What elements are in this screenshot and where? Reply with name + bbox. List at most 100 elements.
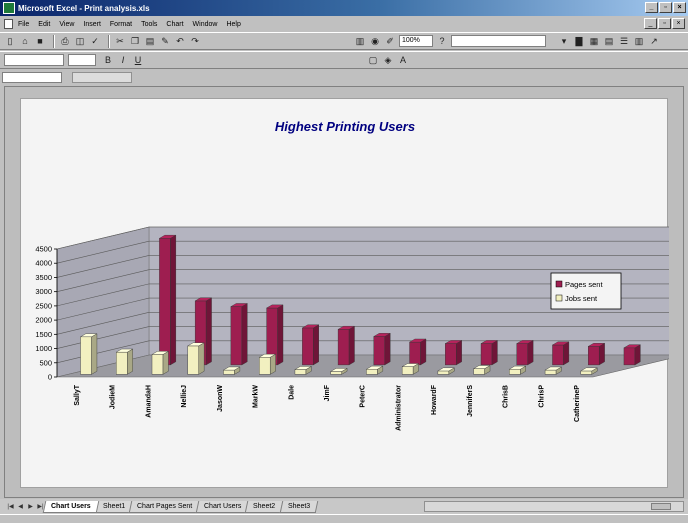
bar-front	[159, 238, 171, 366]
bar-front	[437, 370, 450, 375]
bar-front	[552, 344, 564, 366]
bar-front	[294, 369, 307, 375]
undo-icon[interactable]: ↶	[174, 35, 186, 47]
italic-icon[interactable]: I	[117, 54, 129, 66]
chart-type-icon[interactable]: ▇	[573, 35, 585, 47]
restore-button[interactable]: ▫	[659, 2, 672, 13]
next-sheet-icon[interactable]: ▶	[26, 502, 35, 512]
x-tick-label: MarkW	[253, 385, 260, 408]
bar-side	[241, 303, 248, 366]
bar-front	[366, 369, 378, 375]
bar-side	[491, 340, 498, 366]
underline-icon[interactable]: U	[132, 54, 144, 66]
chart-floor	[56, 354, 686, 378]
spelling-icon[interactable]: ✓	[89, 35, 101, 47]
bar-jobs-sent-MarkW	[258, 353, 277, 375]
doc-restore-button[interactable]: ▫	[658, 18, 671, 29]
print-icon[interactable]: ⎙	[59, 35, 71, 47]
new-file-icon[interactable]: ▯	[4, 35, 16, 47]
open-folder-icon[interactable]: ⌂	[19, 35, 31, 47]
map-icon[interactable]: ◉	[369, 35, 381, 47]
first-sheet-icon[interactable]: |◀	[6, 502, 15, 512]
by-column-icon[interactable]: ▥	[633, 35, 645, 47]
bar-pages-sent-JodieM	[158, 234, 177, 366]
bar-front	[302, 327, 314, 366]
bar-front	[80, 336, 92, 375]
menu-edit[interactable]: Edit	[38, 21, 50, 28]
angle-text-icon[interactable]: ↗	[648, 35, 660, 47]
legend-icon[interactable]: ▦	[588, 35, 600, 47]
prev-sheet-icon[interactable]: ◀	[16, 502, 25, 512]
menu-chart[interactable]: Chart	[166, 21, 183, 28]
bar-front	[473, 368, 485, 375]
cut-icon[interactable]: ✂	[114, 35, 126, 47]
doc-close-button[interactable]: ×	[672, 18, 685, 29]
tab-label: Chart Users	[51, 502, 91, 510]
legend-label-pages: Pages sent	[565, 280, 603, 289]
x-tick-label: ChrisB	[503, 385, 510, 408]
print-preview-icon[interactable]: ◫	[74, 35, 86, 47]
save-icon[interactable]: ■	[34, 35, 46, 47]
borders-icon[interactable]: ▢	[367, 54, 379, 66]
menu-tools[interactable]: Tools	[141, 21, 157, 28]
x-tick-label: HowardF	[431, 384, 438, 415]
format-painter-icon[interactable]: ✎	[159, 35, 171, 47]
font-size-combo[interactable]	[68, 54, 96, 66]
data-table-icon[interactable]: ▤	[603, 35, 615, 47]
copy-icon[interactable]: ❐	[129, 35, 141, 47]
tab-chart-users[interactable]: Chart Users	[42, 500, 99, 513]
y-tick-label: 1000	[35, 344, 52, 353]
font-color-icon[interactable]: A	[397, 54, 409, 66]
bar-side	[170, 234, 177, 366]
font-combo[interactable]	[451, 35, 546, 47]
bar-side	[563, 341, 570, 366]
scrollbar-thumb[interactable]	[651, 503, 671, 510]
menu-insert[interactable]: Insert	[83, 21, 101, 28]
bar-front	[116, 351, 128, 375]
close-button[interactable]: ×	[673, 2, 686, 13]
y-tick-label: 3500	[35, 273, 52, 282]
redo-icon[interactable]: ↷	[189, 35, 201, 47]
excel-app-icon[interactable]	[3, 2, 15, 14]
formula-bar[interactable]	[72, 72, 132, 83]
doc-minimize-button[interactable]: _	[644, 18, 657, 29]
x-axis: SallyT JodieM AmandaH NellieJ JasonW MarkW Dal…	[74, 384, 581, 431]
tab-sheet2[interactable]: Sheet2	[245, 500, 284, 513]
chart-area[interactable]: Highest Printing Users 0 500 1000 1500 2000 2…	[20, 98, 686, 488]
bold-icon[interactable]: B	[102, 54, 114, 66]
zoom-select[interactable]: 100%	[399, 35, 433, 47]
minimize-button[interactable]: _	[645, 2, 658, 13]
by-row-icon[interactable]: ☰	[618, 35, 630, 47]
bar-side	[127, 348, 133, 375]
menu-window[interactable]: Window	[193, 21, 218, 28]
y-axis: 0 500 1000 1500 2000 2500 3000 3500 4000 4500	[35, 245, 58, 382]
tab-chart-pages-sent[interactable]: Chart Pages Sent	[128, 500, 201, 513]
chart-title[interactable]: Highest Printing Users	[275, 119, 415, 134]
menu-file[interactable]: File	[18, 21, 29, 28]
bar-front	[509, 369, 521, 375]
menu-view[interactable]: View	[59, 21, 74, 28]
tab-sheet3[interactable]: Sheet3	[279, 500, 319, 513]
menu-help[interactable]: Help	[226, 21, 240, 28]
document-controls: _ ▫ ×	[644, 18, 685, 29]
menu-bar: File Edit View Insert Format Tools Chart…	[0, 17, 688, 31]
bar-front	[330, 371, 342, 375]
chart-legend[interactable]: Pages sent Jobs sent	[550, 272, 622, 310]
name-box[interactable]	[2, 72, 62, 83]
fill-color-icon[interactable]: ◈	[382, 54, 394, 66]
x-tick-label: JasonW	[217, 385, 224, 412]
bar-side	[420, 338, 427, 366]
document-icon[interactable]	[4, 19, 13, 29]
bar-front	[259, 357, 271, 375]
paste-icon[interactable]: ▤	[144, 35, 156, 47]
horizontal-scrollbar[interactable]	[424, 501, 684, 512]
x-tick-label: Administrator	[395, 385, 402, 431]
chart-wizard-icon[interactable]: ▥	[354, 35, 366, 47]
tab-sheet1[interactable]: Sheet1	[94, 500, 134, 513]
menu-format[interactable]: Format	[110, 21, 132, 28]
help-icon[interactable]: ?	[436, 35, 448, 47]
font-name-combo[interactable]	[4, 54, 64, 66]
drawing-icon[interactable]: ✐	[384, 35, 396, 47]
tab-chart-users-2[interactable]: Chart Users	[195, 500, 250, 513]
chart-objects-icon[interactable]: ▾	[558, 35, 570, 47]
